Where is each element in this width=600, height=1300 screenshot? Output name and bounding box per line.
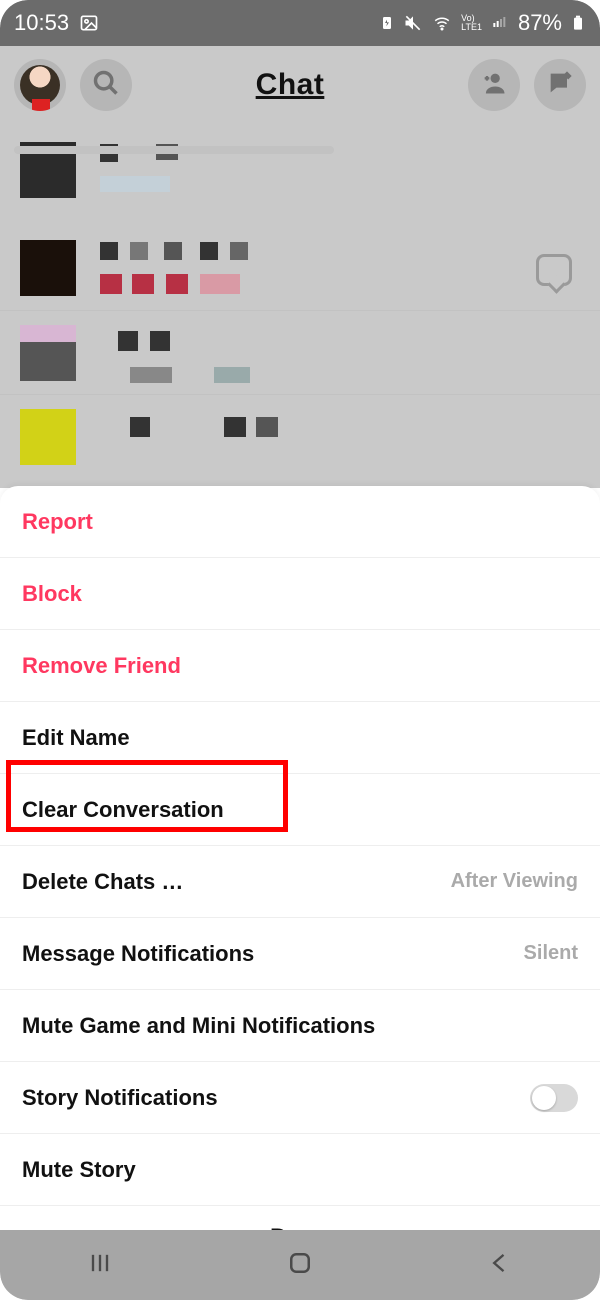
menu-report[interactable]: Report bbox=[0, 486, 600, 558]
phone-frame: 10:53 Vo)LTE1 87% Chat bbox=[0, 0, 600, 1300]
menu-delete-chats[interactable]: Delete Chats … After Viewing bbox=[0, 846, 600, 918]
menu-label: Story Notifications bbox=[22, 1085, 218, 1111]
new-chat-button[interactable] bbox=[534, 59, 586, 111]
menu-story-notifications[interactable]: Story Notifications bbox=[0, 1062, 600, 1134]
menu-label: Message Notifications bbox=[22, 941, 254, 967]
wifi-icon bbox=[431, 14, 453, 32]
status-bar: 10:53 Vo)LTE1 87% bbox=[0, 0, 600, 46]
menu-block[interactable]: Block bbox=[0, 558, 600, 630]
friend-avatar bbox=[20, 240, 76, 296]
add-friend-icon bbox=[480, 69, 508, 102]
menu-label: Clear Conversation bbox=[22, 797, 224, 823]
menu-label: Mute Game and Mini Notifications bbox=[22, 1013, 375, 1039]
app-header: Chat bbox=[0, 46, 600, 124]
menu-label: Mute Story bbox=[22, 1157, 136, 1183]
add-friend-button[interactable] bbox=[468, 59, 520, 111]
menu-mute-story[interactable]: Mute Story bbox=[0, 1134, 600, 1206]
battery-icon bbox=[570, 12, 586, 34]
menu-value: After Viewing bbox=[451, 870, 578, 893]
menu-edit-name[interactable]: Edit Name bbox=[0, 702, 600, 774]
search-icon bbox=[92, 69, 120, 102]
recents-button[interactable] bbox=[86, 1249, 114, 1282]
menu-label: Edit Name bbox=[22, 725, 130, 751]
mute-icon bbox=[403, 13, 423, 33]
signal-icon bbox=[490, 15, 510, 31]
search-button[interactable] bbox=[80, 59, 132, 111]
chat-row[interactable] bbox=[0, 310, 600, 394]
action-sheet: Report Block Remove Friend Edit Name Cle… bbox=[0, 486, 600, 1230]
back-button[interactable] bbox=[486, 1249, 514, 1282]
menu-label: Report bbox=[22, 509, 93, 535]
chat-screen-dimmed: Chat bbox=[0, 46, 600, 488]
chat-row[interactable] bbox=[0, 128, 600, 212]
menu-value: Silent bbox=[524, 942, 578, 965]
menu-mute-game[interactable]: Mute Game and Mini Notifications bbox=[0, 990, 600, 1062]
new-chat-icon bbox=[546, 69, 574, 102]
status-time: 10:53 bbox=[14, 10, 69, 36]
home-button[interactable] bbox=[285, 1248, 315, 1283]
chat-row[interactable] bbox=[0, 226, 600, 310]
friend-avatar bbox=[20, 325, 76, 381]
battery-percent: 87% bbox=[518, 10, 562, 36]
chat-row[interactable] bbox=[0, 394, 600, 478]
divider-stub bbox=[14, 146, 334, 154]
page-title: Chat bbox=[126, 68, 454, 102]
menu-clear-conversation[interactable]: Clear Conversation bbox=[0, 774, 600, 846]
image-icon bbox=[79, 13, 99, 33]
menu-remove-friend[interactable]: Remove Friend bbox=[0, 630, 600, 702]
battery-saver-icon bbox=[379, 15, 395, 31]
menu-label: Block bbox=[22, 581, 82, 607]
menu-message-notifications[interactable]: Message Notifications Silent bbox=[0, 918, 600, 990]
volte-icon: Vo)LTE1 bbox=[461, 14, 482, 32]
profile-avatar[interactable] bbox=[14, 59, 66, 111]
chat-bubble-icon[interactable] bbox=[536, 254, 572, 286]
chat-list bbox=[0, 124, 600, 478]
menu-label: Remove Friend bbox=[22, 653, 181, 679]
menu-label: Delete Chats … bbox=[22, 869, 183, 895]
android-nav-bar bbox=[0, 1230, 600, 1300]
toggle-switch[interactable] bbox=[530, 1084, 578, 1112]
friend-avatar bbox=[20, 409, 76, 465]
